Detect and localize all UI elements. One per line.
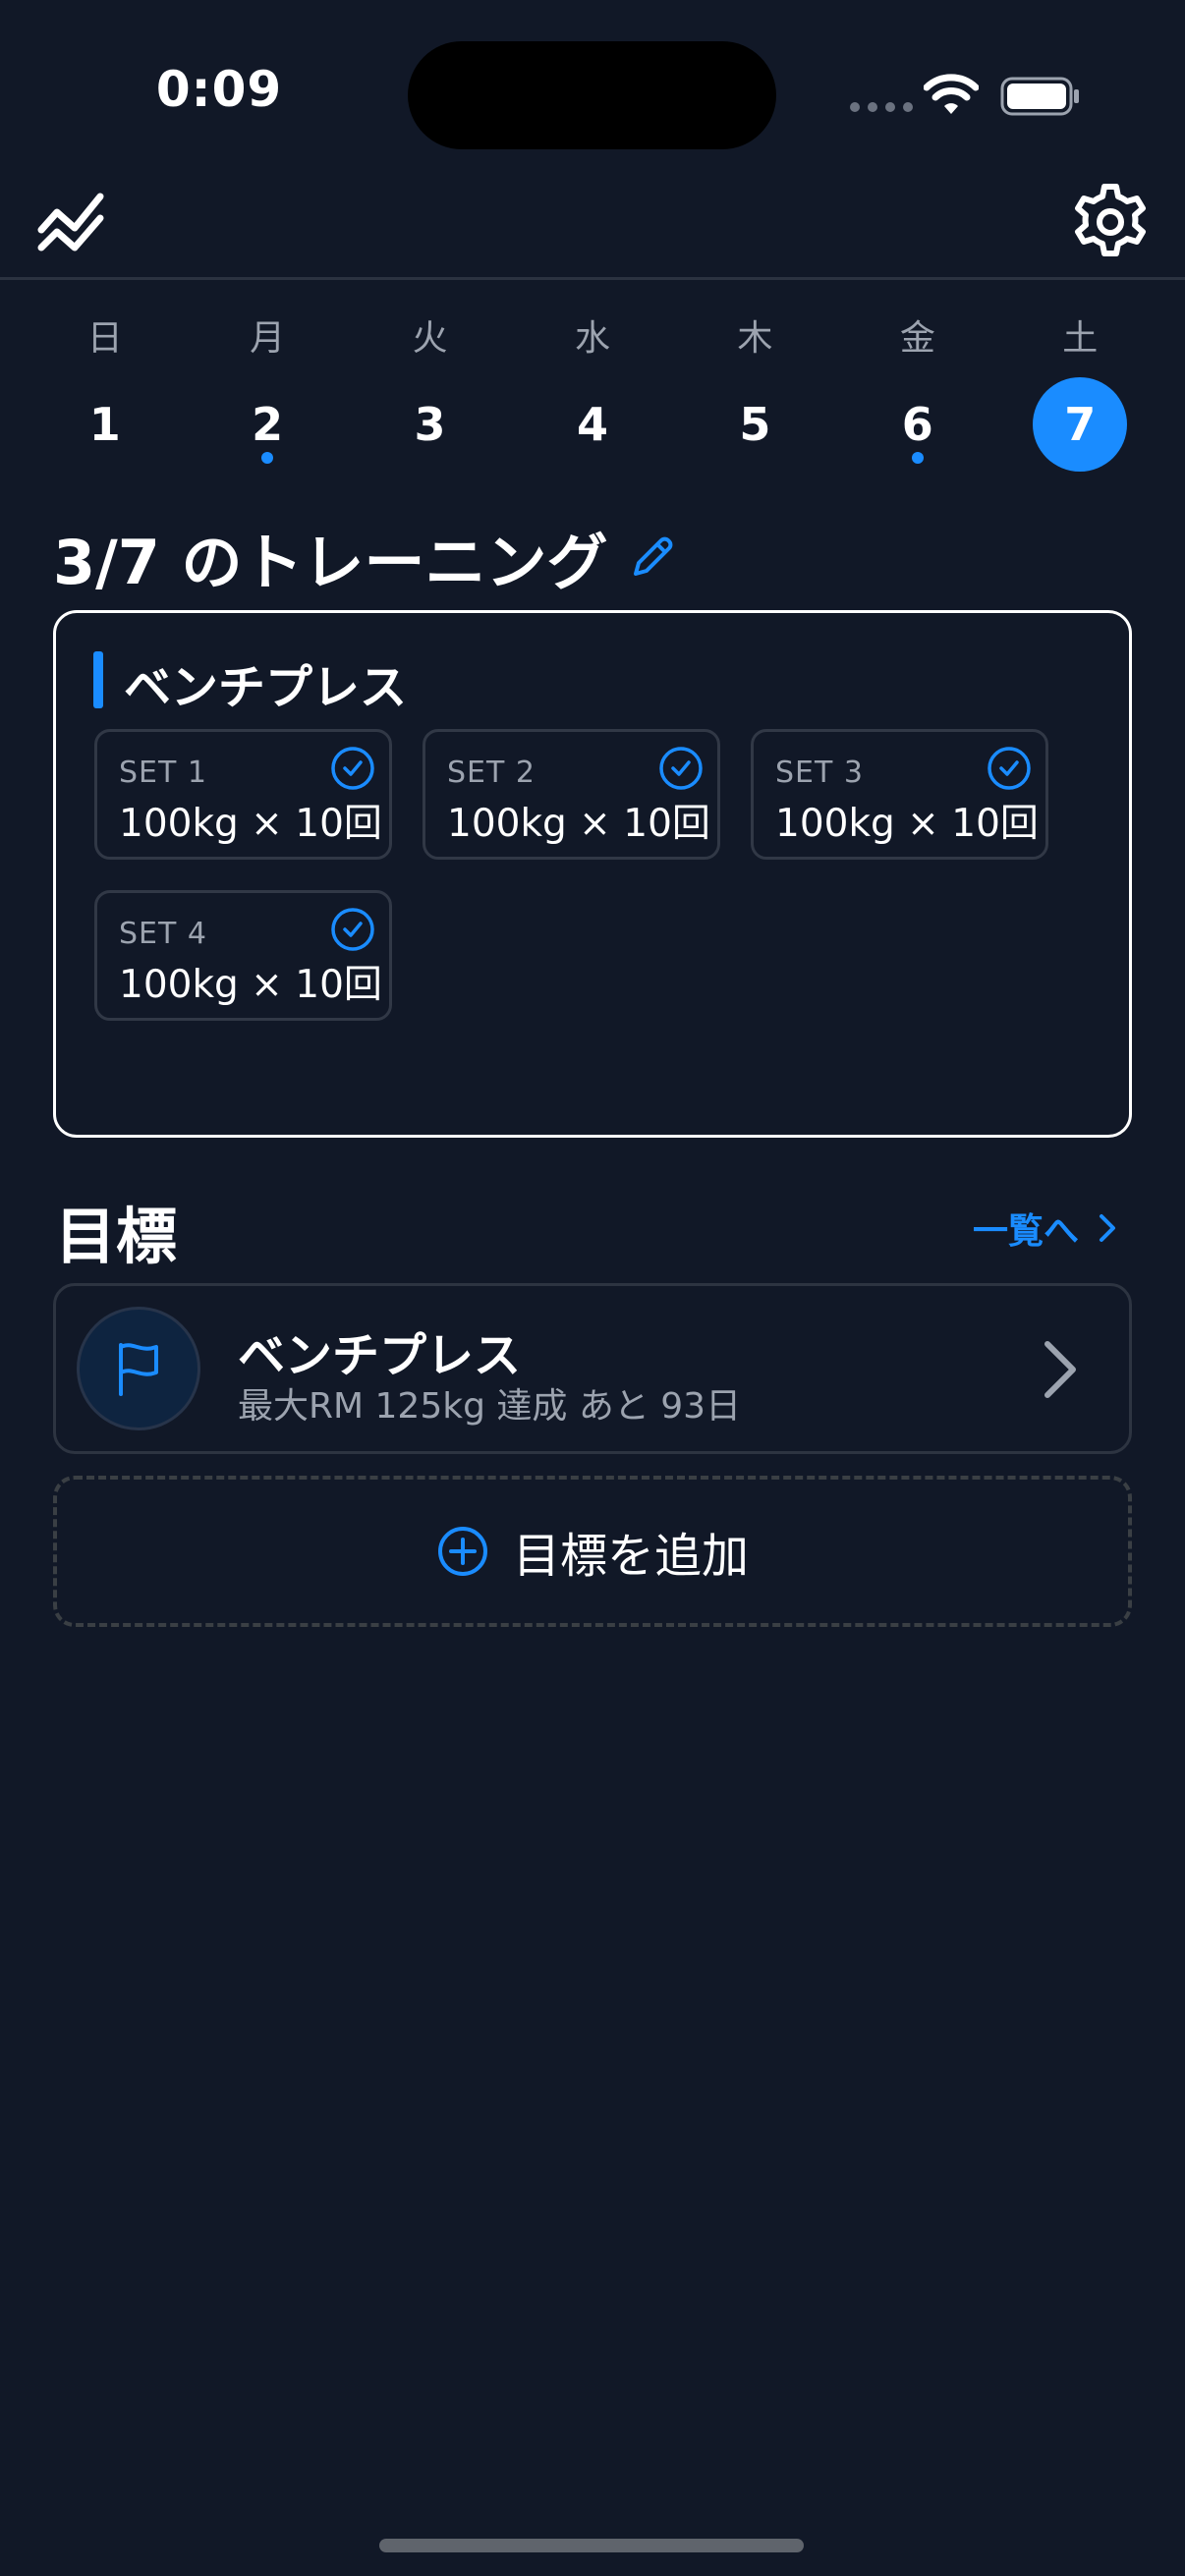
day-of-week-label: 金 [899, 318, 935, 359]
day-fri[interactable]: 金 6 [836, 312, 998, 479]
day-number: 5 [739, 398, 771, 451]
workout-dot [911, 452, 924, 464]
set-label: SET 3 [775, 756, 864, 790]
day-thu[interactable]: 木 5 [674, 312, 836, 479]
check-circle-icon [331, 908, 374, 951]
day-number: 1 [88, 398, 121, 451]
day-of-week-label: 火 [412, 318, 448, 359]
goals-section-title: 目標 [55, 1201, 178, 1272]
set-label: SET 1 [119, 756, 207, 790]
day-of-week-label: 木 [737, 318, 773, 359]
header-divider [0, 277, 1185, 280]
chevron-right-icon [1100, 1214, 1116, 1242]
flag-icon [119, 1343, 158, 1396]
add-goal-label: 目標を追加 [512, 1529, 749, 1584]
day-number: 4 [576, 398, 608, 451]
home-indicator[interactable] [379, 2539, 804, 2552]
dynamic-island [408, 41, 776, 149]
training-title-text: 3/7 のトレーニング [53, 527, 608, 598]
chart-line-icon[interactable] [35, 183, 114, 261]
goal-icon-badge [77, 1307, 200, 1430]
day-sat[interactable]: 土 7 [999, 312, 1161, 479]
set-chip[interactable]: SET 3 100kg × 10回 [751, 729, 1048, 860]
day-of-week-label: 月 [250, 318, 286, 359]
gear-icon[interactable] [1069, 181, 1152, 263]
day-of-week-label: 水 [574, 318, 610, 359]
day-of-week-label: 土 [1062, 318, 1099, 359]
wifi-icon [924, 74, 979, 114]
set-chip[interactable]: SET 2 100kg × 10回 [423, 729, 720, 860]
goals-list-link-label: 一覧へ [973, 1211, 1080, 1252]
goal-detail: 最大RM 125kg 達成 あと 93日 [238, 1386, 742, 1427]
set-chip[interactable]: SET 1 100kg × 10回 [94, 729, 392, 860]
chevron-right-icon [1044, 1341, 1076, 1398]
day-sun[interactable]: 日 1 [24, 312, 186, 479]
set-value: 100kg × 10回 [775, 802, 1039, 846]
exercise-accent-bar [93, 651, 103, 708]
set-value: 100kg × 10回 [119, 963, 382, 1007]
goals-list-link[interactable]: 一覧へ [973, 1203, 1116, 1254]
set-chip[interactable]: SET 4 100kg × 10回 [94, 890, 392, 1021]
training-title: 3/7 のトレーニング [53, 513, 679, 601]
battery-icon [1000, 77, 1079, 116]
pencil-icon[interactable] [626, 531, 679, 584]
status-time: 0:09 [155, 61, 283, 118]
check-circle-icon [659, 747, 703, 790]
day-number: 3 [414, 398, 446, 451]
set-label: SET 2 [447, 756, 536, 790]
exercise-name: ベンチプレス [124, 660, 408, 715]
cellular-signal-icon [850, 102, 913, 112]
day-number-selected: 7 [1033, 377, 1128, 472]
day-wed[interactable]: 水 4 [511, 312, 673, 479]
set-label: SET 4 [119, 917, 207, 951]
check-circle-icon [988, 747, 1031, 790]
set-value: 100kg × 10回 [447, 802, 710, 846]
goal-name: ベンチプレス [238, 1328, 522, 1383]
add-goal-button[interactable]: 目標を追加 [53, 1476, 1132, 1627]
day-tue[interactable]: 火 3 [349, 312, 511, 479]
plus-circle-icon [437, 1527, 487, 1576]
week-strip: 日 1 月 2 火 3 水 4 木 5 金 6 土 7 [24, 312, 1161, 479]
check-circle-icon [331, 747, 374, 790]
day-mon[interactable]: 月 2 [186, 312, 348, 479]
day-of-week-label: 日 [86, 318, 123, 359]
set-value: 100kg × 10回 [119, 802, 382, 846]
